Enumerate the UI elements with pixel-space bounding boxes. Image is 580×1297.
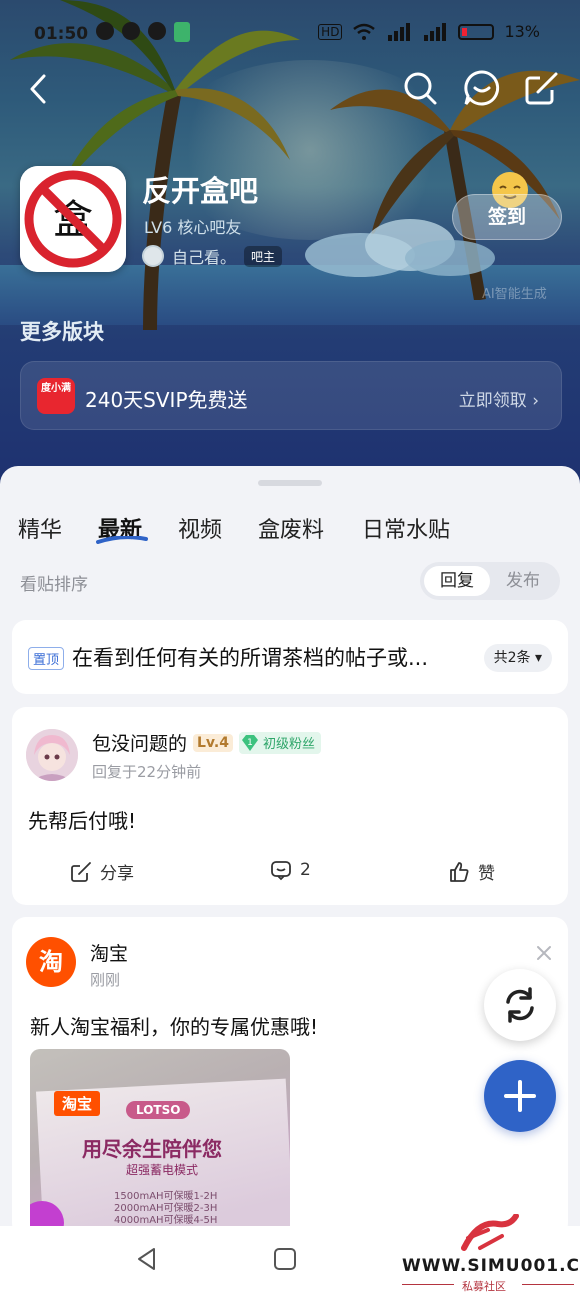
forum-owner-row[interactable]: 自己看。 吧主 bbox=[142, 244, 283, 268]
ad-image-sub-brand: LOTSO bbox=[126, 1101, 191, 1119]
close-icon[interactable] bbox=[534, 943, 554, 963]
no-unboxing-logo-icon: 盒 bbox=[20, 166, 126, 272]
sheet-drag-handle[interactable] bbox=[258, 480, 322, 486]
post-card[interactable]: 包没问题的 Lv.4 1 初级粉丝 回复于22分钟前 先帮后付哦! 分享 2 赞 bbox=[12, 707, 568, 905]
watermark-logo-icon bbox=[461, 1214, 519, 1251]
signal-icon bbox=[388, 22, 411, 41]
share-icon[interactable] bbox=[522, 68, 562, 108]
caret-down-icon: ▾ bbox=[534, 650, 542, 666]
top-navigation bbox=[0, 66, 580, 112]
app-notification-icon bbox=[122, 22, 140, 40]
ad-time: 刚刚 bbox=[90, 971, 121, 989]
sort-option-publish[interactable]: 发布 bbox=[490, 566, 556, 596]
refresh-button[interactable] bbox=[484, 969, 556, 1041]
ad-image[interactable]: 淘宝 LOTSO 用尽余生陪伴您 超强蓄电模式 1500mAH可保暖1-2H 2… bbox=[30, 1049, 290, 1237]
system-back-icon[interactable] bbox=[134, 1246, 160, 1272]
battery-icon bbox=[458, 23, 495, 40]
back-arrow-icon[interactable] bbox=[24, 70, 54, 108]
app-notification-icon bbox=[148, 22, 166, 40]
forum-tabs: 精华 最新 视频 盒废料 日常水贴 bbox=[0, 512, 580, 552]
sort-bar: 看贴排序 回复 发布 bbox=[0, 562, 580, 602]
watermark-text: 私募社区 bbox=[462, 1280, 506, 1293]
sort-label: 看贴排序 bbox=[20, 575, 88, 595]
forum-member-level: LV6 核心吧友 bbox=[144, 218, 242, 237]
owner-badge: 吧主 bbox=[244, 245, 283, 267]
fan-level-number: 1 bbox=[247, 738, 253, 748]
wifi-icon bbox=[353, 23, 376, 40]
pinned-post-title[interactable]: 在看到任何有关的所谓茶档的帖子或... bbox=[72, 642, 472, 672]
pinned-count-dropdown[interactable]: 共2条 ▾ bbox=[483, 644, 552, 672]
user-level-badge: Lv.4 bbox=[193, 733, 233, 752]
like-label: 赞 bbox=[478, 864, 495, 884]
status-right-icons: HD 13% bbox=[318, 22, 540, 41]
status-time: 01:50 bbox=[34, 24, 89, 44]
post-user-row: 包没问题的 Lv.4 1 初级粉丝 bbox=[92, 729, 321, 756]
hd-label: HD bbox=[318, 23, 343, 40]
tab-daily-chat[interactable]: 日常水贴 bbox=[362, 512, 450, 544]
sort-toggle: 回复 发布 bbox=[420, 562, 560, 600]
post-username[interactable]: 包没问题的 bbox=[92, 729, 187, 756]
message-icon[interactable] bbox=[462, 68, 502, 108]
post-body[interactable]: 先帮后付哦! bbox=[28, 805, 136, 834]
ai-generated-note: AI智能生成 bbox=[482, 287, 547, 302]
watermark-divider bbox=[402, 1284, 454, 1285]
battery-saver-icon bbox=[174, 22, 190, 42]
pinned-tag: 置顶 bbox=[28, 647, 65, 670]
more-sections-title: 更多版块 bbox=[20, 320, 104, 344]
signin-button[interactable]: 签到 bbox=[452, 194, 562, 240]
svip-claim-link[interactable]: 立即领取 › bbox=[459, 386, 539, 411]
fan-level-badge: 1 初级粉丝 bbox=[238, 731, 321, 754]
sort-option-reply[interactable]: 回复 bbox=[424, 566, 490, 596]
share-button[interactable]: 分享 bbox=[70, 859, 134, 884]
status-bar: 01:50 HD 13% bbox=[0, 0, 580, 62]
ad-image-brand: 淘宝 bbox=[54, 1091, 101, 1116]
fan-level-label: 初级粉丝 bbox=[262, 737, 315, 752]
user-avatar[interactable] bbox=[26, 729, 78, 781]
system-home-icon[interactable] bbox=[274, 1248, 296, 1270]
ad-advertiser-name: 淘宝 bbox=[90, 943, 129, 965]
svip-promo-label: 240天SVIP免费送 bbox=[85, 388, 248, 412]
diamond-icon: 1 bbox=[241, 734, 258, 751]
ad-image-specs: 1500mAH可保暖1-2H 2000mAH可保暖2-3H 4000mAH可保暖… bbox=[114, 1191, 217, 1227]
ad-image-subline: 超强蓄电模式 bbox=[126, 1163, 199, 1177]
forum-signature: 自己看。 bbox=[172, 248, 237, 267]
new-post-button[interactable] bbox=[484, 1060, 556, 1132]
comment-button[interactable]: 2 bbox=[270, 859, 311, 881]
plus-icon bbox=[504, 1080, 536, 1112]
pinned-post-card[interactable]: 置顶 在看到任何有关的所谓茶档的帖子或... 共2条 ▾ bbox=[12, 620, 568, 694]
active-tab-underline bbox=[96, 536, 148, 544]
ad-image-spec-line: 2000mAH可保暖2-3H bbox=[114, 1203, 218, 1214]
signal-icon-secondary bbox=[424, 22, 447, 41]
taobao-logo: 淘 bbox=[26, 937, 76, 987]
search-icon[interactable] bbox=[400, 68, 440, 108]
tab-video[interactable]: 视频 bbox=[178, 512, 222, 544]
refresh-icon bbox=[506, 987, 534, 1023]
owner-avatar bbox=[142, 245, 164, 267]
watermark: WWW.SIMU001.CN 私募社区 bbox=[402, 1210, 580, 1294]
app-notification-icon bbox=[96, 22, 114, 40]
like-button[interactable]: 赞 bbox=[448, 859, 495, 884]
thumbs-up-icon bbox=[450, 861, 469, 882]
tab-box-waste[interactable]: 盒废料 bbox=[258, 512, 324, 544]
comment-count: 2 bbox=[300, 860, 311, 880]
pinned-count-label: 共2条 bbox=[493, 650, 531, 666]
watermark-url: WWW.SIMU001.CN bbox=[402, 1256, 580, 1276]
watermark-divider bbox=[522, 1284, 574, 1285]
ad-image-headline: 用尽余生陪伴您 bbox=[82, 1137, 222, 1161]
comment-icon bbox=[271, 861, 291, 881]
tab-featured[interactable]: 精华 bbox=[18, 512, 62, 544]
ad-image-spec-line: 1500mAH可保暖1-2H bbox=[114, 1191, 218, 1202]
forum-logo[interactable]: 盒 bbox=[20, 166, 126, 272]
post-actions: 分享 2 赞 bbox=[12, 855, 568, 895]
avatar-illustration bbox=[26, 729, 78, 781]
share-label: 分享 bbox=[100, 864, 134, 884]
share-icon bbox=[71, 861, 91, 882]
forum-name: 反开盒吧 bbox=[142, 174, 259, 208]
duxiaoman-logo: 度小满 bbox=[37, 378, 75, 414]
battery-percent: 13% bbox=[504, 22, 540, 41]
post-time: 回复于22分钟前 bbox=[92, 763, 202, 781]
status-notification-icons bbox=[96, 22, 190, 42]
ad-text[interactable]: 新人淘宝福利，你的专属优惠哦! bbox=[30, 1011, 318, 1040]
svip-promo-card[interactable]: 度小满 240天SVIP免费送 立即领取 › bbox=[20, 361, 562, 430]
